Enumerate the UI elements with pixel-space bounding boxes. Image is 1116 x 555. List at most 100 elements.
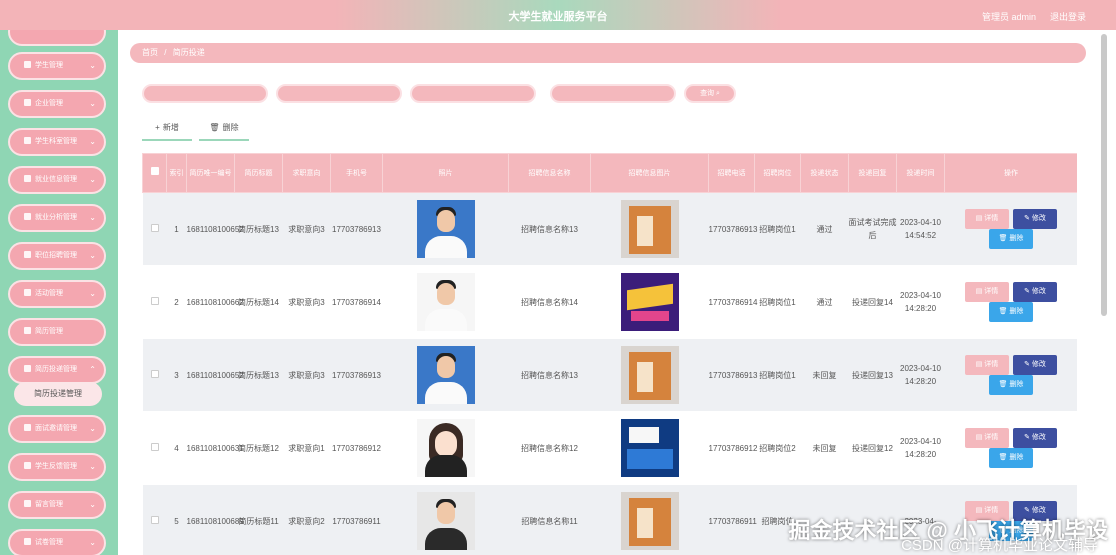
sidebar-item-label: 就业信息管理 (35, 176, 77, 183)
edit-button[interactable]: ✎ 修改 (1013, 282, 1057, 302)
sidebar-item-student[interactable]: 学生管理 ⌄ (8, 52, 106, 80)
sidebar-item-label: 简历投递管理 (35, 366, 77, 373)
search-button[interactable]: 查询 ⌕ (684, 84, 736, 103)
checkbox[interactable] (150, 296, 159, 305)
sidebar-item-0[interactable] (8, 30, 106, 46)
sidebar-item-company[interactable]: 企业管理 ⌄ (8, 90, 106, 118)
edit-button[interactable]: ✎ 修改 (1013, 355, 1057, 375)
col-reply: 投递回复 (848, 153, 897, 193)
cell-actions: ▤ 详情 ✎ 修改🗑 删除 (944, 411, 1077, 485)
sidebar-item-resume-delivery[interactable]: 简历投递管理 ⌃ (8, 356, 106, 384)
submenu-resume-delivery[interactable]: 简历投递管理 (14, 382, 102, 406)
menu-icon (24, 365, 31, 372)
detail-button[interactable]: ▤ 详情 (965, 209, 1009, 229)
header-checkbox[interactable] (142, 153, 167, 193)
cell-job-name: 招聘信息名称11 (508, 484, 591, 555)
menu-icon (24, 327, 31, 334)
edit-label: 修改 (1031, 361, 1046, 368)
sidebar-item-dept[interactable]: 学生科室管理 ⌄ (8, 128, 106, 156)
plus-icon: + (155, 123, 160, 132)
chevron-down-icon: ⌄ (89, 251, 96, 260)
cell-status: 未回复 (800, 338, 849, 412)
checkbox[interactable] (150, 515, 159, 524)
search-input-1[interactable] (142, 84, 268, 103)
delete-selected-button[interactable]: 🗑 删除 (199, 121, 249, 141)
row-checkbox-cell[interactable] (142, 484, 167, 555)
table-row: 2 1681108100662 简历标题14 求职意向3 17703786914 招聘信息… (142, 265, 1077, 339)
edit-button[interactable]: ✎ 修改 (1013, 209, 1057, 229)
delete-button[interactable]: 🗑 删除 (989, 448, 1033, 468)
sidebar-item-activity[interactable]: 活动管理 ⌄ (8, 280, 106, 308)
sidebar-item-label: 学生管理 (35, 62, 63, 69)
poster-image (620, 200, 679, 258)
cell-title: 简历标题14 (234, 265, 283, 339)
cell-post: 招聘岗位1 (754, 192, 801, 266)
delete-button[interactable]: 🗑 删除 (989, 229, 1033, 249)
trash-icon: 🗑 (998, 381, 1010, 388)
detail-icon: ▤ (975, 361, 985, 368)
menu-icon (24, 251, 31, 258)
cell-job-name: 招聘信息名称12 (508, 411, 591, 485)
sidebar-item-label: 活动管理 (35, 290, 63, 297)
delete-button[interactable]: 🗑 删除 (989, 302, 1033, 322)
add-button[interactable]: + 新增 (142, 121, 192, 141)
row-checkbox-cell[interactable] (142, 411, 167, 485)
edit-icon: ✎ (1024, 361, 1032, 368)
cell-code: 1681108100689 (186, 484, 244, 555)
sidebar-item-jobinfo[interactable]: 就业信息管理 ⌄ (8, 166, 106, 194)
table-row: 3 1681108100652 简历标题13 求职意向3 17703786913 招聘信息… (142, 338, 1077, 412)
cell-job-phone: 17703786914 (708, 265, 757, 339)
search-input-3[interactable] (410, 84, 536, 103)
cell-photo (382, 484, 509, 555)
chevron-down-icon: ⌄ (89, 99, 96, 108)
edit-button[interactable]: ✎ 修改 (1013, 428, 1057, 448)
cell-job-name: 招聘信息名称14 (508, 265, 591, 339)
chevron-down-icon: ⌄ (89, 289, 96, 298)
chevron-down-icon: ⌄ (89, 175, 96, 184)
row-checkbox-cell[interactable] (142, 265, 167, 339)
detail-icon: ▤ (975, 215, 985, 222)
detail-label: 详情 (984, 215, 999, 222)
sidebar-item-label: 简历管理 (35, 328, 63, 335)
detail-button[interactable]: ▤ 详情 (965, 282, 1009, 302)
checkbox[interactable] (150, 223, 159, 232)
cell-job-phone: 17703786912 (708, 411, 757, 485)
cell-intent: 求职意向3 (282, 265, 331, 339)
sidebar-item-analysis[interactable]: 就业分析管理 ⌄ (8, 204, 106, 232)
sidebar-item-resume[interactable]: 简历管理 (8, 318, 106, 346)
cell-time: 2023-04-10 14:28:20 (896, 265, 945, 339)
delete-button[interactable]: 🗑 删除 (989, 375, 1033, 395)
search-input-4[interactable] (550, 84, 676, 103)
checkbox[interactable] (150, 369, 159, 378)
chevron-down-icon: ⌄ (89, 538, 96, 547)
cell-intent: 求职意向2 (282, 484, 331, 555)
breadcrumb-home[interactable]: 首页 (142, 48, 158, 57)
sidebar-item-exam[interactable]: 试卷管理 ⌄ (8, 529, 106, 555)
col-index: 索引 (166, 153, 187, 193)
checkbox[interactable] (150, 167, 159, 175)
col-job-name: 招聘信息名称 (508, 153, 591, 193)
sidebar-item-message[interactable]: 留言管理 ⌄ (8, 491, 106, 519)
row-checkbox-cell[interactable] (142, 338, 167, 412)
cell-status: 未回复 (800, 411, 849, 485)
checkbox[interactable] (150, 442, 159, 451)
row-checkbox-cell[interactable] (142, 192, 167, 266)
watermark-csdn: CSDN @计算机毕业论文辅导 (901, 537, 1098, 554)
detail-button[interactable]: ▤ 详情 (965, 355, 1009, 375)
sidebar-item-feedback[interactable]: 学生反馈管理 ⌄ (8, 453, 106, 481)
search-input-2[interactable] (276, 84, 402, 103)
table-row: 1 1681108100652 简历标题13 求职意向3 17703786913 招聘信息… (142, 192, 1077, 266)
sidebar-item-recruit[interactable]: 职位招聘管理 ⌄ (8, 242, 106, 270)
cell-phone: 17703786911 (330, 484, 383, 555)
cell-time: 2023-04-10 14:28:20 (896, 411, 945, 485)
sidebar-item-interview[interactable]: 面试邀请管理 ⌄ (8, 415, 106, 443)
detail-button[interactable]: ▤ 详情 (965, 428, 1009, 448)
cell-reply: 投递回复13 (848, 338, 897, 412)
cell-index: 2 (166, 265, 187, 339)
scrollbar[interactable] (1101, 34, 1107, 316)
cell-code: 1681108100652 (186, 192, 244, 266)
photo-image (416, 419, 475, 477)
add-button-label: 新增 (162, 123, 179, 132)
photo-image (416, 346, 475, 404)
logout-link[interactable]: 退出登录 (1050, 10, 1086, 23)
